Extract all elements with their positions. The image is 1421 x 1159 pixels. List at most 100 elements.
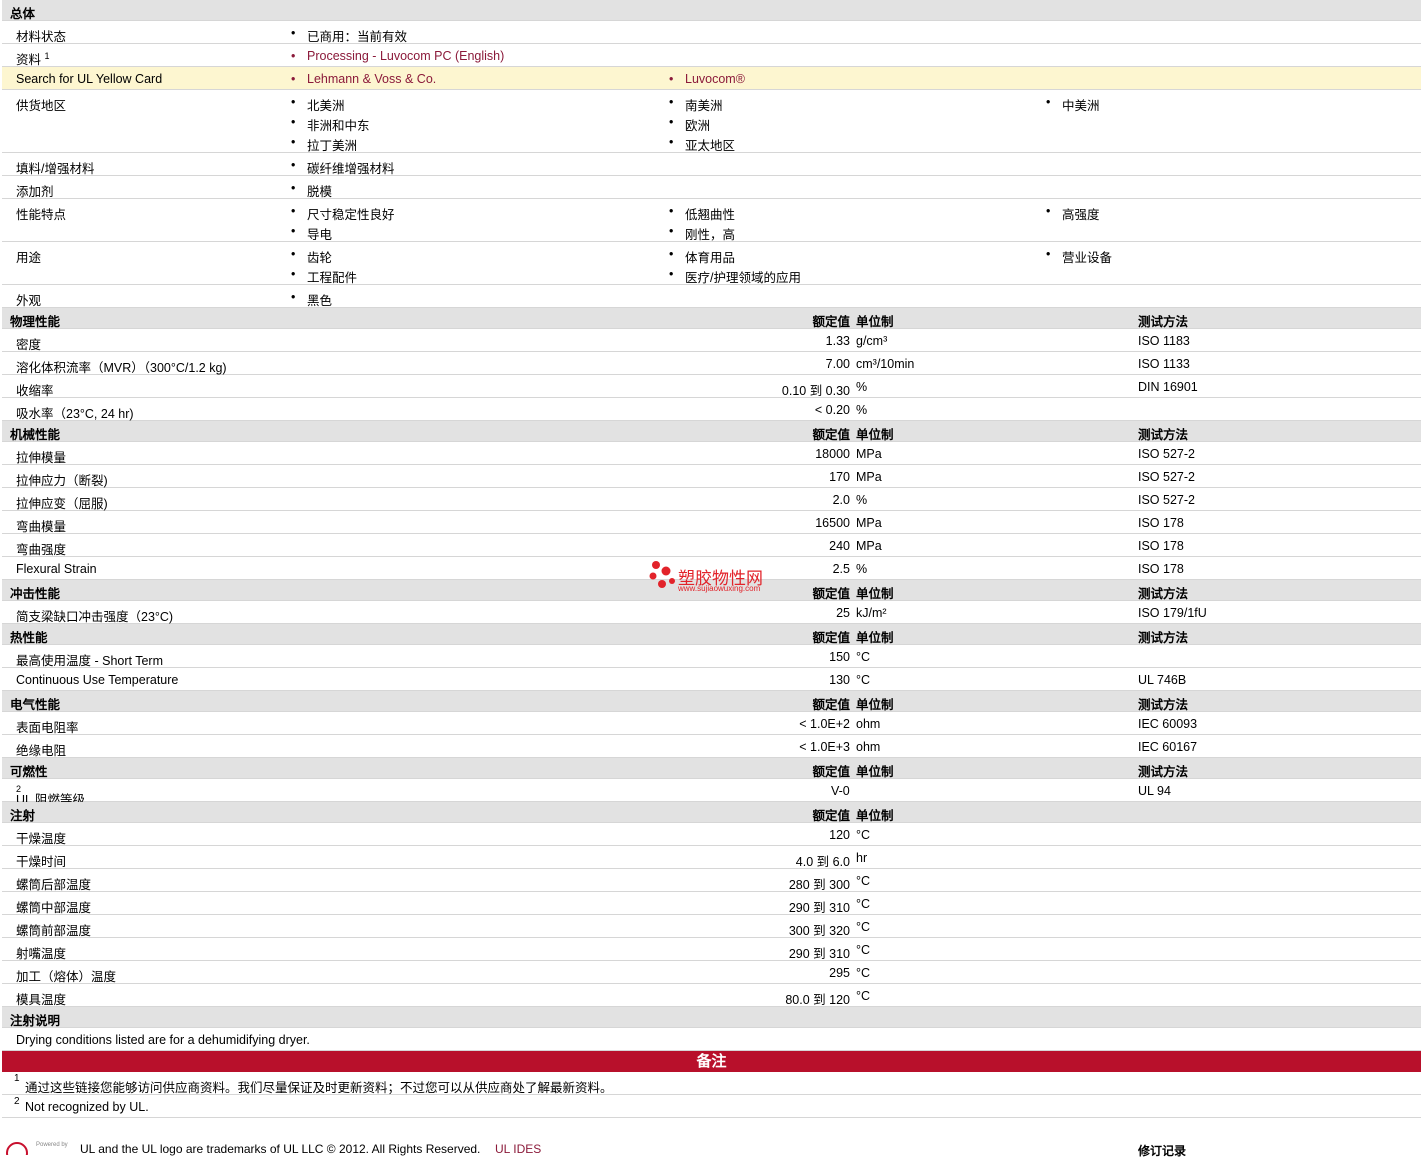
property-value: 16500 [815, 516, 850, 530]
row-uses: 用途 齿轮 工程配件 体育用品 医疗/护理领域的应用 营业设备 [2, 242, 1421, 285]
property-value: 295 [829, 966, 850, 980]
property-name: 弯曲模量 [16, 520, 67, 534]
list-item: 亚太地区 [669, 135, 735, 154]
col-header-value: 额定值 [812, 315, 850, 329]
col-header-unit: 单位制 [856, 631, 894, 645]
property-unit: hr [856, 851, 868, 865]
list-item: 北美洲 [291, 95, 345, 114]
property-name: 密度 [16, 338, 42, 352]
property-unit: MPa [856, 539, 882, 553]
property-unit: °C [856, 966, 871, 980]
property-value: 150 [829, 650, 850, 664]
col-header-unit: 单位制 [856, 765, 894, 779]
property-name: 收缩率 [16, 384, 54, 398]
row-label: 资料 1 [16, 50, 50, 67]
test-method: ISO 179/1fU [1138, 606, 1207, 620]
property-unit: g/cm³ [856, 334, 888, 348]
table-row: 拉伸应变（屈服) 2.0% ISO 527-2 [2, 488, 1421, 511]
revision-history-link[interactable]: 修订记录 [1138, 1142, 1186, 1159]
injection-note-row: Drying conditions listed are for a dehum… [2, 1028, 1421, 1051]
section-header-electrical: 电气性能 额定值 单位制 测试方法 [2, 691, 1421, 712]
test-method: IEC 60093 [1138, 717, 1198, 731]
remark-row: 2 Not recognized by UL. [2, 1095, 1421, 1118]
processing-link[interactable]: Processing - Luvocom PC (English) [291, 49, 504, 63]
property-name: Continuous Use Temperature [16, 673, 179, 687]
status-value: 已商用：当前有效 [291, 26, 407, 45]
section-title: 冲击性能 [10, 587, 61, 601]
property-value: 2.5 [832, 562, 850, 576]
col-header-unit: 单位制 [856, 698, 894, 712]
row-label: 材料状态 [16, 30, 67, 44]
test-method: ISO 1183 [1138, 334, 1190, 348]
section-header-injection-notes: 注射说明 [2, 1007, 1421, 1028]
property-name: 射嘴温度 [16, 947, 67, 961]
table-row: 溶化体积流率（MVR）（300°C/1.2 kg) 7.00 cm³/10min IS… [2, 352, 1421, 375]
col-header-test: 测试方法 [1138, 428, 1189, 442]
row-label: 用途 [16, 251, 42, 265]
col-header-unit: 单位制 [856, 587, 894, 601]
row-additive: 添加剂 脱模 [2, 176, 1421, 199]
list-item: 欧洲 [669, 115, 710, 134]
section-title: 注射说明 [10, 1014, 61, 1028]
section-header-thermal: 热性能 额定值 单位制 测试方法 [2, 624, 1421, 645]
list-item: 尺寸稳定性良好 [291, 204, 395, 223]
property-value: 240 [829, 539, 850, 553]
watermark-logo-icon [649, 561, 675, 588]
watermark: 塑胶物性网 www.sujiaowuxing.com [648, 560, 763, 595]
table-row: 简支梁缺口冲击强度（23°C) 25 kJ/m² ISO 179/1fU [2, 601, 1421, 624]
col-header-unit: 单位制 [856, 428, 894, 442]
brand-link[interactable]: Luvocom® [669, 72, 745, 86]
list-item: 碳纤维增强材料 [291, 158, 395, 177]
row-filler: 填料/增强材料 碳纤维增强材料 [2, 153, 1421, 176]
row-label: 添加剂 [16, 185, 54, 199]
property-unit: MPa [856, 447, 882, 461]
property-name: 简支梁缺口冲击强度（23°C) [16, 610, 174, 624]
property-value: 25 [836, 606, 850, 620]
watermark-url: www.sujiaowuxing.com [678, 584, 761, 593]
section-title: 可燃性 [10, 765, 48, 779]
section-title: 注射 [10, 809, 36, 823]
property-value: < 1.0E+3 [799, 740, 850, 754]
table-row: 绝缘电阻 < 1.0E+3 ohm IEC 60167 [2, 735, 1421, 758]
property-unit: % [856, 493, 868, 507]
property-unit: MPa [856, 470, 882, 484]
section-header-flammability: 可燃性 额定值 单位制 测试方法 [2, 758, 1421, 779]
row-label: 供货地区 [16, 99, 67, 113]
property-name: 弯曲强度 [16, 543, 67, 557]
property-name: 吸水率（23°C, 24 hr) [16, 407, 134, 421]
row-appearance: 外观 黑色 [2, 285, 1421, 308]
ul-ides-link[interactable]: UL IDES [495, 1142, 541, 1156]
property-value: 300 到 320 [788, 924, 850, 938]
list-item: 低翘曲性 [669, 204, 735, 223]
supplier-link[interactable]: Lehmann & Voss & Co. [291, 72, 436, 86]
property-value: 0.10 到 0.30 [781, 384, 850, 398]
test-method: IEC 60167 [1138, 740, 1198, 754]
table-row: 射嘴温度 290 到 310 °C [2, 938, 1421, 961]
table-row: 干燥时间 4.0 到 6.0 hr [2, 846, 1421, 869]
remark-text: Not recognized by UL. [25, 1100, 149, 1114]
property-name: 螺筒前部温度 [16, 924, 92, 938]
table-row: 模具温度 80.0 到 120 °C [2, 984, 1421, 1007]
test-method: UL 746B [1138, 673, 1187, 687]
row-label: 性能特点 [16, 208, 67, 222]
col-header-value: 额定值 [812, 428, 850, 442]
section-header-injection: 注射 额定值 单位制 [2, 802, 1421, 823]
section-header-mechanical: 机械性能 额定值 单位制 测试方法 [2, 421, 1421, 442]
property-value: 1.33 [825, 334, 850, 348]
property-value: 120 [829, 828, 850, 842]
table-row: 拉伸应力（断裂) 170 MPa ISO 527-2 [2, 465, 1421, 488]
list-item: 拉丁美洲 [291, 135, 357, 154]
section-title: 物理性能 [10, 315, 61, 329]
section-header-general: 总体 [2, 0, 1421, 21]
test-method: ISO 527-2 [1138, 493, 1195, 507]
list-item: 刚性，高 [669, 224, 735, 243]
property-value: 18000 [815, 447, 850, 461]
table-row: Continuous Use Temperature 130 °C UL 746B [2, 668, 1421, 691]
row-info: 资料 1 Processing - Luvocom PC (English) [2, 44, 1421, 67]
row-supply: 供货地区 北美洲 非洲和中东 拉丁美洲 南美洲 欧洲 亚太地区 中美洲 [2, 90, 1421, 153]
col-header-unit: 单位制 [856, 315, 894, 329]
property-unit: % [856, 403, 868, 417]
property-name: 拉伸应变（屈服) [16, 497, 108, 511]
property-name: UL 阻燃等级 2 [16, 784, 85, 807]
datasheet: 总体 材料状态 已商用：当前有效 资料 1 Processing - Luvoc… [2, 0, 1421, 1118]
